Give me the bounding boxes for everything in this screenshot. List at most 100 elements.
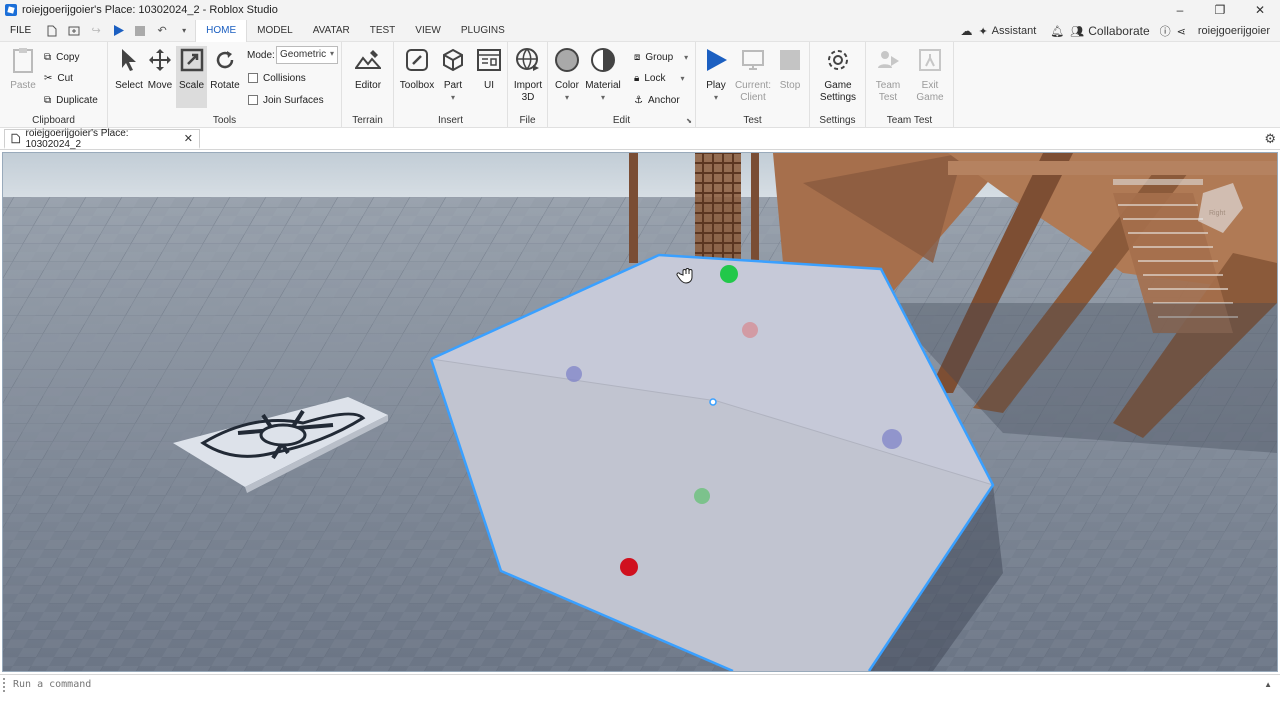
clipboard-group: Paste ⧉ Copy ✂ Cut ⧉ Duplicate Clipboard	[0, 42, 108, 128]
scale-handle-blue-right[interactable]	[882, 429, 902, 449]
open-file-icon[interactable]	[66, 23, 82, 39]
scale-icon	[178, 46, 206, 74]
mode-dropdown[interactable]: Geometric ▾	[276, 46, 338, 64]
tab-avatar[interactable]: AVATAR	[303, 20, 360, 42]
stop-button[interactable]: Stop	[773, 46, 807, 92]
document-tab[interactable]: roiejgoerijgoier's Place: 10302024_2 ✕	[4, 128, 200, 150]
team-test-icon	[874, 46, 902, 74]
new-file-icon[interactable]	[44, 23, 60, 39]
test-group-label: Test	[743, 115, 762, 126]
maximize-button[interactable]: ❐	[1200, 0, 1240, 20]
undo-icon[interactable]: ↶	[154, 23, 170, 39]
customize-dropdown-icon[interactable]: ▾	[176, 23, 192, 39]
scissors-icon: ✂	[44, 72, 53, 84]
cloud-icon[interactable]: ☁	[960, 24, 972, 38]
color-button[interactable]: Color ▾	[550, 46, 584, 104]
lock-dropdown-icon[interactable]: ▾	[680, 74, 684, 83]
settings-group-label: Settings	[819, 115, 856, 126]
import-3d-button[interactable]: Import 3D	[511, 46, 545, 104]
people-icon: 👥︎	[1070, 25, 1085, 38]
edit-expand-icon[interactable]: ⬊	[686, 117, 692, 125]
current-label-1: Current:	[734, 80, 772, 91]
exit-game-button[interactable]: Exit Game	[913, 46, 947, 104]
mode-text: Mode:	[247, 49, 275, 61]
assistant-button[interactable]: ✦ Assistant	[978, 25, 1036, 38]
move-label: Move	[147, 80, 173, 91]
paste-button[interactable]: Paste	[6, 46, 40, 92]
scale-button[interactable]: Scale	[176, 46, 207, 108]
close-tab-icon[interactable]: ✕	[184, 132, 193, 145]
select-button[interactable]: Select	[112, 46, 146, 92]
group-button[interactable]: ⧈ Group ▾	[634, 48, 688, 66]
scale-handle-blue-left[interactable]	[566, 366, 582, 382]
cut-button[interactable]: ✂ Cut	[44, 69, 73, 87]
play-button[interactable]: Play ▾	[699, 46, 733, 104]
move-button[interactable]: Move	[143, 46, 177, 92]
lock-button[interactable]: 🔒︎ Lock ▾	[634, 69, 684, 87]
collaborate-button[interactable]: 👥︎ Collaborate	[1070, 24, 1149, 38]
chevron-down-icon: ▾	[329, 49, 334, 58]
ui-button[interactable]: UI	[472, 46, 506, 92]
viewport-settings-gear-icon[interactable]: ⚙	[1264, 131, 1276, 147]
share-icon[interactable]: ⋖	[1177, 25, 1186, 38]
terrain-editor-button[interactable]: Editor	[351, 46, 385, 92]
help-icon[interactable]: ⓘ	[1160, 23, 1171, 39]
collisions-toggle[interactable]: Collisions	[248, 69, 306, 87]
copy-button[interactable]: ⧉ Copy	[44, 48, 80, 66]
stop-label: Stop	[779, 80, 801, 91]
scale-handle-red-front[interactable]	[620, 558, 638, 576]
test-group: Play ▾ Current: Client Stop Test	[696, 42, 810, 128]
tools-group: Select Move Scale Rotate Mode: Geometric…	[108, 42, 342, 128]
toolbox-button[interactable]: Toolbox	[399, 46, 435, 92]
stop-icon	[776, 46, 804, 74]
collisions-checkbox[interactable]	[248, 73, 258, 83]
tab-test[interactable]: TEST	[360, 20, 406, 42]
tab-home[interactable]: HOME	[195, 19, 248, 42]
scale-handle-green-top[interactable]	[720, 265, 738, 283]
file-group: Import 3D File	[508, 42, 548, 128]
color-dropdown-icon[interactable]: ▾	[565, 92, 569, 104]
edit-group-label: Edit	[612, 115, 631, 126]
insert-group: Toolbox Part ▾ UI Insert	[394, 42, 508, 128]
mode-value: Geometric	[280, 49, 327, 60]
close-window-button[interactable]: ✕	[1240, 0, 1280, 20]
command-bar-grip[interactable]	[3, 677, 9, 692]
play-icon	[702, 46, 730, 74]
tab-plugins[interactable]: PLUGINS	[451, 20, 515, 42]
redo-disabled-icon[interactable]: ↪	[88, 23, 104, 39]
minimize-button[interactable]: –	[1160, 0, 1200, 20]
duplicate-button[interactable]: ⧉ Duplicate	[44, 91, 98, 109]
material-button[interactable]: Material ▾	[584, 46, 622, 104]
terrain-group: Editor Terrain	[342, 42, 394, 128]
cut-label: Cut	[57, 72, 73, 84]
rotate-button[interactable]: Rotate	[209, 46, 241, 92]
team-test-button[interactable]: Team Test	[871, 46, 905, 104]
cube-icon	[439, 46, 467, 74]
join-surfaces-toggle[interactable]: Join Surfaces	[248, 91, 324, 109]
part-dropdown-icon[interactable]: ▾	[451, 92, 455, 104]
anchor-button[interactable]: ⚓︎ Anchor	[634, 91, 680, 109]
quick-play-icon[interactable]	[110, 23, 126, 39]
material-dropdown-icon[interactable]: ▾	[601, 92, 605, 104]
scale-handle-green-bottom[interactable]	[694, 488, 710, 504]
command-bar-expand-icon[interactable]: ▲	[1264, 680, 1272, 689]
join-surfaces-checkbox[interactable]	[248, 95, 258, 105]
tab-model[interactable]: MODEL	[247, 20, 303, 42]
tab-view[interactable]: VIEW	[405, 20, 451, 42]
scale-handle-red-back[interactable]	[742, 322, 758, 338]
3d-viewport[interactable]: Right	[2, 152, 1278, 672]
username-label[interactable]: roiejgoerijgoier	[1198, 25, 1270, 37]
edit-group: Color ▾ Material ▾ ⧈ Group ▾ 🔒︎ Lock ▾ ⚓…	[548, 42, 696, 128]
copy-icon: ⧉	[44, 51, 52, 63]
file-menu[interactable]: FILE	[0, 25, 41, 36]
play-dropdown-icon[interactable]: ▾	[714, 92, 718, 104]
group-dropdown-icon[interactable]: ▾	[684, 53, 688, 62]
quick-stop-icon[interactable]	[132, 23, 148, 39]
lock-label: Lock	[644, 72, 666, 84]
move-arrows-icon	[146, 46, 174, 74]
part-button[interactable]: Part ▾	[436, 46, 470, 104]
current-client-button[interactable]: Current: Client	[734, 46, 772, 104]
command-input[interactable]	[13, 679, 1213, 690]
notifications-icon[interactable]: 🔔︎	[1050, 25, 1064, 38]
game-settings-button[interactable]: Game Settings	[818, 46, 858, 104]
